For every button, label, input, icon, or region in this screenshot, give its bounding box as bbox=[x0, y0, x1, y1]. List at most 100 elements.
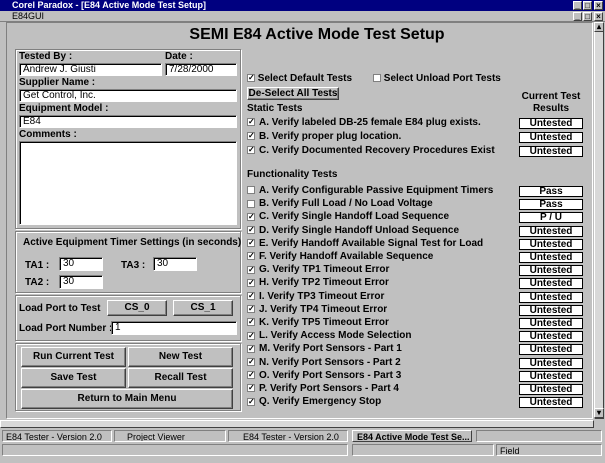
status-cell-3: E84 Tester - Version 2.0 bbox=[228, 430, 348, 442]
ta1-field[interactable]: 30 bbox=[59, 257, 103, 271]
test-row[interactable]: ✓ J. Verify TP4 Timeout Error bbox=[247, 304, 517, 316]
test-label: C. Verify Single Handoff Load Sequence bbox=[259, 211, 450, 223]
test-label: A. Verify labeled DB-25 female E84 plug … bbox=[259, 117, 481, 128]
test-checkbox[interactable]: ✓ bbox=[247, 265, 255, 274]
ta2-field[interactable]: 30 bbox=[59, 275, 103, 289]
test-checkbox[interactable]: ✓ bbox=[247, 384, 255, 393]
test-row[interactable]: ✓ F. Verify Handoff Available Sequence bbox=[247, 251, 517, 263]
test-row[interactable]: ✓ O. Verify Port Sensors - Part 3 bbox=[247, 370, 517, 382]
tested-by-field[interactable]: Andrew J. Giusti bbox=[19, 63, 162, 76]
test-checkbox[interactable]: ✓ bbox=[247, 146, 255, 155]
test-row[interactable]: ✓ K. Verify TP5 Timeout Error bbox=[247, 317, 517, 329]
test-checkbox[interactable]: ✓ bbox=[247, 225, 255, 234]
test-row[interactable]: ✓ C. Verify Documented Recovery Procedure… bbox=[247, 145, 517, 157]
test-result: Untested bbox=[519, 265, 583, 277]
test-checkbox[interactable]: ✓ bbox=[247, 357, 255, 366]
doc-close-icon[interactable]: × bbox=[594, 12, 603, 21]
test-row[interactable]: ✓ P. Verify Port Sensors - Part 4 bbox=[247, 383, 517, 395]
test-row[interactable]: ✓ H. Verify TP2 Timeout Error bbox=[247, 277, 517, 289]
select-default-label: Select Default Tests bbox=[257, 73, 353, 84]
select-unload-label: Select Unload Port Tests bbox=[383, 73, 501, 84]
test-result: Untested bbox=[519, 252, 583, 263]
test-row[interactable]: ✓ M. Verify Port Sensors - Part 1 bbox=[247, 343, 517, 355]
test-row[interactable]: B. Verify Full Load / No Load Voltage bbox=[247, 198, 517, 210]
test-row[interactable]: ✓ I. Verify TP3 Timeout Error bbox=[247, 291, 517, 303]
test-result: P / U bbox=[519, 212, 583, 224]
test-row[interactable]: A. Verify Configurable Passive Equipment… bbox=[247, 185, 517, 197]
date-field[interactable]: 7/28/2000 bbox=[165, 63, 237, 76]
test-checkbox[interactable]: ✓ bbox=[247, 344, 255, 353]
load-port-label: Load Port to Test bbox=[19, 303, 101, 314]
test-label: Q. Verify Emergency Stop bbox=[259, 396, 382, 408]
comments-field[interactable] bbox=[19, 141, 237, 225]
test-checkbox[interactable]: ✓ bbox=[247, 331, 255, 340]
cs1-button[interactable]: CS_1 bbox=[173, 300, 233, 316]
maximize-icon[interactable]: □ bbox=[583, 1, 592, 10]
test-row[interactable]: ✓ N. Verify Port Sensors - Part 2 bbox=[247, 357, 517, 369]
test-checkbox[interactable]: ✓ bbox=[247, 318, 255, 327]
ta2-label: TA2 : bbox=[25, 277, 50, 288]
test-row[interactable]: ✓ B. Verify proper plug location. bbox=[247, 131, 517, 143]
supplier-field[interactable]: Get Control, Inc. bbox=[19, 89, 237, 102]
test-checkbox[interactable] bbox=[247, 199, 255, 208]
test-result: Untested bbox=[519, 291, 583, 303]
status-cell-4[interactable]: E84 Active Mode Test Se... bbox=[352, 430, 472, 442]
test-checkbox[interactable]: ✓ bbox=[247, 291, 255, 300]
test-row[interactable]: ✓ Q. Verify Emergency Stop bbox=[247, 396, 517, 408]
test-result: Untested bbox=[519, 304, 583, 316]
test-checkbox[interactable]: ✓ bbox=[247, 305, 255, 314]
test-label: F. Verify Handoff Available Sequence bbox=[259, 251, 434, 262]
model-field[interactable]: E84 bbox=[19, 115, 237, 128]
scroll-down-icon[interactable]: ▾ bbox=[594, 408, 604, 418]
test-checkbox[interactable]: ✓ bbox=[247, 239, 255, 248]
comments-label: Comments : bbox=[19, 129, 77, 140]
test-row[interactable]: ✓ A. Verify labeled DB-25 female E84 plug… bbox=[247, 117, 517, 129]
close-icon[interactable]: × bbox=[594, 1, 603, 10]
select-unload-checkbox[interactable] bbox=[373, 74, 381, 83]
cs0-button[interactable]: CS_0 bbox=[107, 300, 167, 316]
load-port-number-field[interactable]: 1 bbox=[111, 321, 237, 335]
test-checkbox[interactable]: ✓ bbox=[247, 371, 255, 380]
results-header-1: Current Test bbox=[521, 91, 581, 102]
scroll-up-icon[interactable]: ▴ bbox=[594, 22, 604, 32]
test-row[interactable]: ✓ C. Verify Single Handoff Load Sequence bbox=[247, 211, 517, 223]
select-unload-row[interactable]: Select Unload Port Tests bbox=[373, 73, 501, 84]
test-label: H. Verify TP2 Timeout Error bbox=[259, 277, 389, 289]
test-checkbox[interactable]: ✓ bbox=[247, 132, 255, 141]
test-row[interactable]: ✓ E. Verify Handoff Available Signal Test… bbox=[247, 238, 517, 250]
test-checkbox[interactable]: ✓ bbox=[247, 212, 255, 221]
new-test-button[interactable]: New Test bbox=[128, 347, 233, 367]
test-label: L. Verify Access Mode Selection bbox=[259, 330, 412, 342]
test-row[interactable]: ✓ G. Verify TP1 Timeout Error bbox=[247, 264, 517, 276]
vertical-scrollbar[interactable] bbox=[594, 22, 604, 419]
test-result: Untested bbox=[519, 238, 583, 250]
deselect-all-button[interactable]: De-Select All Tests bbox=[247, 87, 339, 100]
test-checkbox[interactable]: ✓ bbox=[247, 397, 255, 406]
test-label: B. Verify Full Load / No Load Voltage bbox=[259, 198, 433, 210]
select-default-checkbox[interactable]: ✓ bbox=[247, 74, 255, 83]
test-checkbox[interactable]: ✓ bbox=[247, 278, 255, 287]
doc-minimize-icon[interactable]: _ bbox=[573, 12, 582, 21]
functionality-tests-label: Functionality Tests bbox=[247, 169, 338, 180]
test-row[interactable]: ✓ L. Verify Access Mode Selection bbox=[247, 330, 517, 342]
test-checkbox[interactable] bbox=[247, 186, 255, 195]
test-result: Untested bbox=[519, 278, 583, 290]
save-test-button[interactable]: Save Test bbox=[21, 368, 126, 388]
window-title: Corel Paradox - [E84 Active Mode Test Se… bbox=[0, 0, 605, 11]
test-row[interactable]: ✓ D. Verify Single Handoff Unload Sequenc… bbox=[247, 225, 517, 237]
minimize-icon[interactable]: _ bbox=[573, 1, 582, 10]
menu-bar[interactable]: E84GUI bbox=[0, 11, 605, 22]
return-main-menu-button[interactable]: Return to Main Menu bbox=[21, 389, 233, 409]
run-current-test-button[interactable]: Run Current Test bbox=[21, 347, 126, 367]
test-label: K. Verify TP5 Timeout Error bbox=[259, 317, 389, 328]
test-checkbox[interactable]: ✓ bbox=[247, 118, 255, 127]
recall-test-button[interactable]: Recall Test bbox=[128, 368, 233, 388]
ta3-field[interactable]: 30 bbox=[153, 257, 197, 271]
tested-by-label: Tested By : bbox=[19, 51, 73, 62]
test-result: Untested bbox=[519, 225, 583, 237]
select-default-row[interactable]: ✓ Select Default Tests bbox=[247, 73, 352, 84]
horizontal-scrollbar[interactable] bbox=[0, 420, 594, 428]
status-cell-2[interactable]: Project Viewer bbox=[114, 430, 226, 442]
doc-restore-icon[interactable]: □ bbox=[583, 12, 592, 21]
test-checkbox[interactable]: ✓ bbox=[247, 252, 255, 261]
